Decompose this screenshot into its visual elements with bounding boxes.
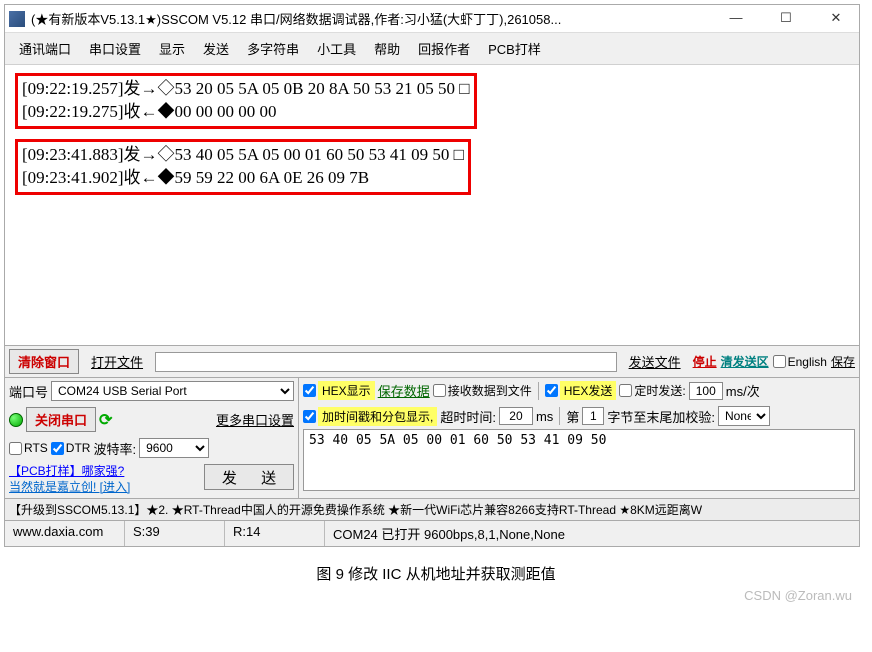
left-panel: 端口号 COM24 USB Serial Port 关闭串口 ⟳ 更多串口设置 … (5, 378, 299, 498)
save-data-button[interactable]: 保存数据 (378, 381, 430, 400)
baud-label: 波特率: (93, 439, 136, 458)
nth-byte-input[interactable] (582, 407, 604, 425)
status-connection: COM24 已打开 9600bps,8,1,None,None (325, 521, 859, 546)
file-toolbar: 清除窗口 打开文件 发送文件 停止 清发送区 English 保存 (5, 345, 859, 377)
menu-port[interactable]: 通讯端口 (11, 37, 79, 60)
english-checkbox[interactable] (773, 355, 786, 368)
footer-ad[interactable]: 【升级到SSCOM5.13.1】★2. ★RT-Thread中国人的开源免费操作… (5, 498, 859, 520)
log-line: [09:22:19.257]发→◇53 20 05 5A 05 0B 20 8A… (22, 78, 470, 101)
window-title: (★有新版本V5.13.1★)SSCOM V5.12 串口/网络数据调试器,作者… (31, 9, 709, 28)
watermark: CSDN @Zoran.wu (0, 588, 872, 609)
nth-label: 第 (566, 407, 579, 426)
recv-file-checkbox-label[interactable]: 接收数据到文件 (433, 382, 532, 399)
figure-caption: 图 9 修改 IIC 从机地址并获取测距值 (0, 551, 872, 588)
nth-suffix-label: 字节至末尾加校验: (607, 407, 715, 426)
menu-serial-settings[interactable]: 串口设置 (81, 37, 149, 60)
timed-unit-label: ms/次 (726, 381, 760, 400)
hex-send-checkbox[interactable] (545, 384, 558, 397)
timed-send-checkbox[interactable] (619, 384, 632, 397)
connection-led-icon (9, 413, 23, 427)
log-line: [09:23:41.883]发→◇53 40 05 5A 05 00 01 60… (22, 144, 464, 167)
menu-multistring[interactable]: 多字符串 (239, 37, 307, 60)
log-line: [09:22:19.275]收←◆00 00 00 00 00 (22, 101, 470, 124)
open-file-button[interactable]: 打开文件 (83, 350, 151, 373)
baud-combo[interactable]: 9600 (139, 438, 209, 458)
port-label: 端口号 (9, 382, 48, 401)
controls-section: 端口号 COM24 USB Serial Port 关闭串口 ⟳ 更多串口设置 … (5, 377, 859, 498)
statusbar: www.daxia.com S:39 R:14 COM24 已打开 9600bp… (5, 520, 859, 546)
timed-send-checkbox-label[interactable]: 定时发送: (619, 382, 685, 399)
send-button[interactable]: 发 送 (204, 464, 294, 490)
menu-send[interactable]: 发送 (195, 37, 237, 60)
hex-show-checkbox[interactable] (303, 384, 316, 397)
refresh-icon[interactable]: ⟳ (99, 410, 112, 430)
dtr-checkbox-label[interactable]: DTR (51, 441, 91, 455)
menu-display[interactable]: 显示 (151, 37, 193, 60)
timeout-unit: ms (536, 409, 553, 424)
pcb-ad-line2[interactable]: 当然就是嘉立创! [进入] (9, 480, 130, 496)
stop-button[interactable]: 停止 (693, 353, 717, 370)
more-settings-button[interactable]: 更多串口设置 (216, 410, 294, 429)
hex-show-checkbox-label[interactable]: HEX显示 (303, 381, 375, 400)
file-path-input[interactable] (155, 352, 617, 372)
timeout-label: 超时时间: (440, 407, 496, 426)
timestamp-checkbox-label[interactable]: 加时间戳和分包显示, (303, 407, 437, 426)
english-checkbox-label[interactable]: English (773, 355, 827, 369)
timeout-input[interactable] (499, 407, 533, 425)
send-file-button[interactable]: 发送文件 (621, 350, 689, 373)
hex-send-checkbox-label[interactable]: HEX发送 (545, 381, 617, 400)
app-icon (9, 11, 25, 27)
dtr-checkbox[interactable] (51, 442, 64, 455)
menu-tools[interactable]: 小工具 (309, 37, 364, 60)
titlebar: (★有新版本V5.13.1★)SSCOM V5.12 串口/网络数据调试器,作者… (5, 5, 859, 33)
timed-send-interval[interactable] (689, 382, 723, 400)
menu-help[interactable]: 帮助 (366, 37, 408, 60)
app-window: (★有新版本V5.13.1★)SSCOM V5.12 串口/网络数据调试器,作者… (4, 4, 860, 547)
clear-window-button[interactable]: 清除窗口 (9, 349, 79, 374)
menu-pcb[interactable]: PCB打样 (480, 37, 549, 60)
close-port-button[interactable]: 关闭串口 (26, 407, 96, 432)
timestamp-checkbox[interactable] (303, 410, 316, 423)
pcb-ad-line1[interactable]: 【PCB打样】哪家强? (9, 464, 130, 480)
checksum-combo[interactable]: None (718, 406, 770, 426)
status-sent: S:39 (125, 521, 225, 546)
maximize-button[interactable]: ☐ (767, 8, 805, 30)
menu-feedback[interactable]: 回报作者 (410, 37, 478, 60)
minimize-button[interactable]: — (717, 8, 755, 30)
status-recv: R:14 (225, 521, 325, 546)
close-button[interactable]: ✕ (817, 8, 855, 30)
log-line: [09:23:41.902]收←◆59 59 22 00 6A 0E 26 09… (22, 167, 464, 190)
rts-checkbox[interactable] (9, 442, 22, 455)
port-combo[interactable]: COM24 USB Serial Port (51, 381, 294, 401)
save-params-button[interactable]: 保存 (831, 353, 855, 370)
output-area[interactable]: [09:22:19.257]发→◇53 20 05 5A 05 0B 20 8A… (5, 65, 859, 345)
rts-checkbox-label[interactable]: RTS (9, 441, 48, 455)
send-data-textarea[interactable] (303, 429, 855, 491)
highlight-block-2: [09:23:41.883]发→◇53 40 05 5A 05 00 01 60… (15, 139, 471, 195)
right-panel: HEX显示 保存数据 接收数据到文件 HEX发送 定时发送: ms/次 加时间戳… (299, 378, 859, 498)
clear-send-button[interactable]: 清发送区 (721, 353, 769, 370)
status-url: www.daxia.com (5, 521, 125, 546)
highlight-block-1: [09:22:19.257]发→◇53 20 05 5A 05 0B 20 8A… (15, 73, 477, 129)
menubar: 通讯端口 串口设置 显示 发送 多字符串 小工具 帮助 回报作者 PCB打样 (5, 33, 859, 65)
recv-file-checkbox[interactable] (433, 384, 446, 397)
